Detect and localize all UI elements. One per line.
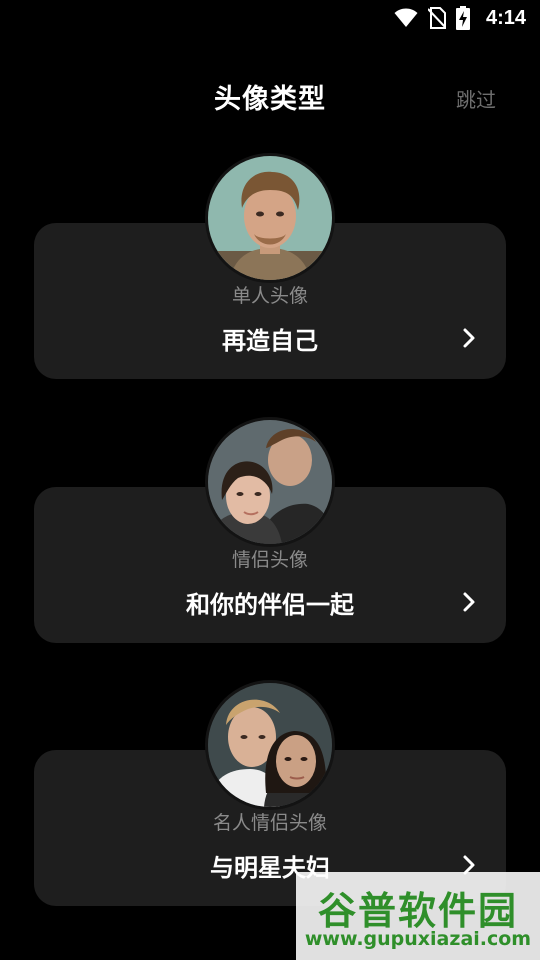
avatar-single-portrait[interactable]	[208, 156, 332, 280]
no-sim-icon	[427, 7, 446, 29]
header: 头像类型 跳过	[0, 78, 540, 122]
watermark-url: www.gupuxiazai.com	[304, 928, 532, 950]
card-subtitle: 单人头像	[231, 285, 308, 307]
status-icons: 4:14	[394, 6, 526, 30]
chevron-right-icon	[463, 592, 475, 612]
wifi-icon	[394, 8, 418, 28]
card-subtitle: 情侣头像	[231, 549, 308, 571]
watermark-name: 谷普软件园	[317, 889, 518, 933]
card-subtitle: 名人情侣头像	[212, 812, 327, 834]
skip-button[interactable]: 跳过	[456, 78, 496, 122]
avatar-couple-portrait[interactable]	[208, 420, 332, 544]
card-title: 再造自己	[222, 327, 318, 355]
battery-charging-icon	[455, 6, 470, 30]
status-bar: 4:14	[0, 0, 540, 36]
avatar-celebrity-couple-portrait[interactable]	[208, 683, 332, 807]
chevron-right-icon	[463, 328, 475, 348]
card-title: 和你的伴侣一起	[186, 591, 354, 619]
site-watermark: 谷普软件园 www.gupuxiazai.com	[296, 872, 540, 960]
status-time: 4:14	[485, 6, 526, 29]
